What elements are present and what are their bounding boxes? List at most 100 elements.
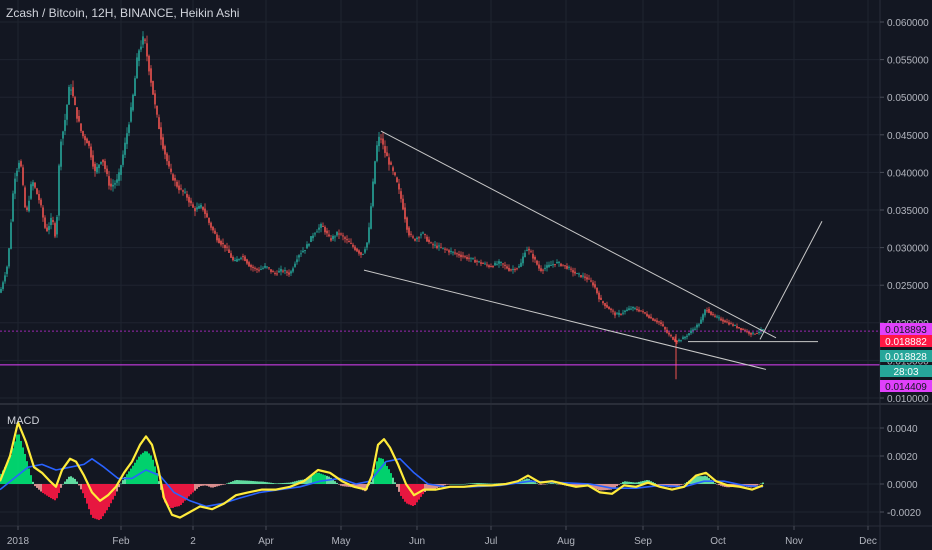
candle-body bbox=[468, 257, 470, 259]
macd-histogram-bar bbox=[220, 484, 222, 486]
candle-body bbox=[720, 318, 722, 321]
candle-body bbox=[710, 311, 712, 315]
macd-histogram-bar bbox=[344, 484, 346, 487]
candle-body bbox=[496, 263, 498, 265]
macd-histogram-bar bbox=[760, 483, 762, 485]
macd-histogram-bar bbox=[404, 484, 406, 502]
candle-body bbox=[236, 259, 238, 262]
candle-body bbox=[434, 244, 436, 246]
macd-histogram-bar bbox=[172, 484, 174, 508]
candle-body bbox=[700, 319, 702, 324]
candle-body bbox=[294, 263, 296, 267]
macd-histogram-bar bbox=[628, 481, 630, 484]
macd-histogram-bar bbox=[550, 483, 552, 484]
trading-chart[interactable]: 0.060000 0.055000 0.050000 0.045000 0.040000… bbox=[0, 0, 932, 550]
macd-histogram-bar bbox=[424, 484, 426, 492]
candle-body bbox=[22, 167, 24, 185]
price-tag-label: 0.018893 bbox=[885, 325, 927, 336]
macd-histogram-bar bbox=[84, 484, 86, 498]
candle-body bbox=[312, 235, 314, 239]
time-tick-label: Sep bbox=[634, 536, 652, 547]
candle-body bbox=[400, 191, 402, 199]
macd-histogram-bar bbox=[386, 466, 388, 484]
candle-body bbox=[264, 265, 266, 268]
candle-body bbox=[182, 190, 184, 192]
candle-body bbox=[608, 306, 610, 310]
macd-histogram-bar bbox=[280, 483, 282, 484]
candle-body bbox=[642, 311, 644, 313]
macd-histogram-bar bbox=[702, 476, 704, 484]
candle-body bbox=[494, 262, 496, 266]
macd-histogram-bar bbox=[334, 481, 336, 484]
macd-histogram-bar bbox=[188, 484, 190, 497]
macd-histogram-bar bbox=[190, 484, 192, 495]
candle-body bbox=[740, 327, 742, 331]
macd-histogram-bar bbox=[246, 480, 248, 484]
macd-histogram-bar bbox=[638, 481, 640, 484]
candle-body bbox=[390, 162, 392, 165]
macd-histogram-bar bbox=[82, 484, 84, 494]
candle-body bbox=[42, 207, 44, 218]
candle-body bbox=[706, 310, 708, 312]
macd-histogram-bar bbox=[176, 484, 178, 507]
candle-body bbox=[254, 267, 256, 269]
candle-body bbox=[452, 251, 454, 253]
macd-histogram-bar bbox=[634, 482, 636, 484]
candle-body bbox=[206, 213, 208, 218]
macd-histogram-bar bbox=[40, 484, 42, 492]
macd-histogram-bar bbox=[338, 484, 340, 485]
macd-histogram-bar bbox=[26, 461, 28, 484]
candle-body bbox=[480, 262, 482, 264]
candle-body bbox=[28, 200, 30, 212]
candle-body bbox=[362, 253, 364, 255]
candle-body bbox=[368, 227, 370, 243]
macd-histogram-bar bbox=[52, 484, 54, 500]
candle-body bbox=[290, 271, 292, 274]
macd-histogram-bar bbox=[682, 484, 684, 485]
candle-body bbox=[532, 253, 534, 259]
macd-histogram-bar bbox=[60, 484, 62, 488]
candle-body bbox=[176, 181, 178, 187]
candle-body bbox=[408, 227, 410, 236]
candle-body bbox=[600, 297, 602, 300]
candle-body bbox=[118, 172, 120, 181]
macd-histogram-bar bbox=[38, 484, 40, 490]
macd-histogram-bar bbox=[278, 483, 280, 484]
candle-body bbox=[378, 136, 380, 147]
macd-histogram-bar bbox=[398, 484, 400, 492]
candle-body bbox=[2, 282, 4, 289]
candle-body bbox=[300, 253, 302, 255]
macd-histogram-bar bbox=[154, 466, 156, 484]
macd-histogram-bar bbox=[544, 484, 546, 485]
macd-histogram-bar bbox=[454, 484, 456, 485]
macd-histogram-bar bbox=[410, 484, 412, 506]
candle-body bbox=[106, 168, 108, 174]
candle-body bbox=[108, 176, 110, 186]
candle-body bbox=[680, 340, 682, 342]
candle-body bbox=[580, 275, 582, 278]
candle-body bbox=[100, 161, 102, 164]
candle-body bbox=[406, 217, 408, 230]
candle-body bbox=[336, 231, 338, 236]
macd-histogram-bar bbox=[254, 481, 256, 484]
candle-body bbox=[456, 253, 458, 255]
macd-histogram-bar bbox=[196, 484, 198, 489]
time-tick-label: Jun bbox=[409, 536, 425, 547]
candle-body bbox=[80, 123, 82, 132]
candle-body bbox=[668, 332, 670, 335]
candle-body bbox=[730, 323, 732, 325]
candle-body bbox=[48, 226, 50, 231]
candle-body bbox=[268, 267, 270, 269]
candle-body bbox=[358, 250, 360, 254]
candle-body bbox=[536, 260, 538, 265]
candle-body bbox=[292, 268, 294, 272]
macd-histogram-bar bbox=[150, 455, 152, 484]
candle-body bbox=[422, 232, 424, 234]
macd-histogram-bar bbox=[266, 482, 268, 484]
macd-histogram-bar bbox=[554, 483, 556, 485]
candle-body bbox=[164, 146, 166, 155]
candle-body bbox=[644, 312, 646, 314]
candle-body bbox=[366, 242, 368, 248]
candle-body bbox=[102, 159, 104, 163]
price-tick-label: 0.045000 bbox=[887, 131, 929, 142]
